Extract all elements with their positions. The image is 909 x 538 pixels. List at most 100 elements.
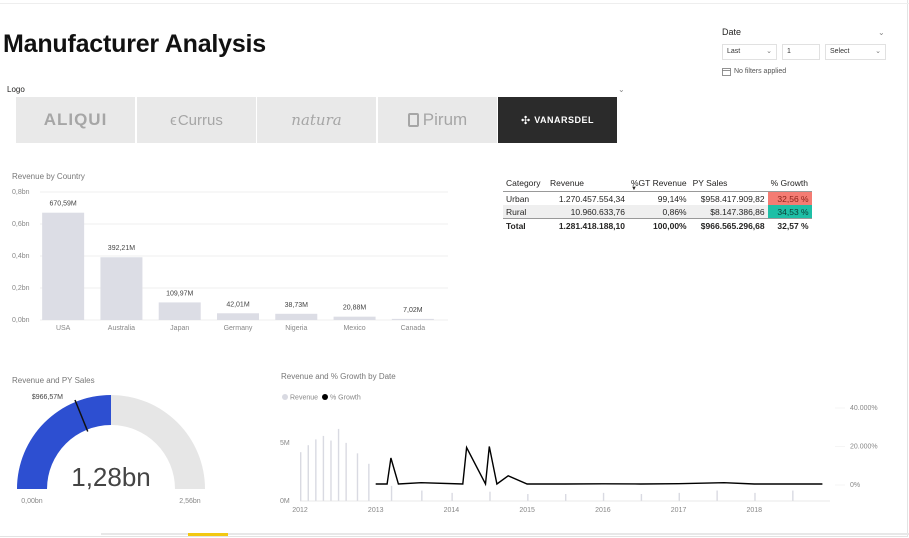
calendar-icon: [722, 68, 731, 76]
pirum-mark-icon: [407, 113, 419, 127]
active-page-indicator[interactable]: [188, 533, 228, 536]
revenue-bar: [602, 492, 605, 501]
date-unit-dropdown[interactable]: Select ⌄: [825, 44, 886, 60]
total-growth: 32,57 %: [767, 218, 812, 232]
revenue-bar: [754, 492, 756, 501]
bar: [391, 318, 434, 320]
header-growth[interactable]: % Growth: [767, 175, 812, 192]
y-tick-label: 0,8bn: [12, 189, 30, 196]
x-tick-label: 2015: [519, 507, 535, 514]
legend-label: % Growth: [330, 395, 361, 402]
chevron-down-icon: ⌄: [875, 48, 881, 55]
header-revenue[interactable]: Revenue: [547, 175, 628, 192]
logo-pirum: Pirum: [422, 110, 468, 129]
y-left-tick-label: 0M: [280, 498, 290, 505]
chevron-down-icon[interactable]: ⌄: [878, 28, 885, 37]
y-tick-label: 0,6bn: [12, 221, 30, 228]
logo-tile-pirum[interactable]: Pirum: [378, 97, 497, 143]
logo-tile-natura[interactable]: natura: [257, 97, 376, 143]
row-py-sales: $958.417.909,82: [700, 193, 765, 204]
row-revenue: 1.270.457.554,34: [558, 193, 625, 204]
bar: [217, 313, 259, 320]
growth-line: [375, 445, 823, 487]
y-tick-label: 0,2bn: [12, 285, 30, 292]
logo-tile-aliqui[interactable]: ALIQUI: [16, 97, 135, 143]
revenue-bar: [451, 492, 453, 501]
y-right-tick-label: 0%: [850, 482, 860, 489]
header-gt-revenue-label: %GT Revenue: [631, 178, 687, 188]
logo-vanarsdel: VANARSDEL: [534, 115, 595, 125]
bar: [275, 313, 318, 320]
legend-marker: [322, 394, 328, 400]
revenue-growth-chart: Revenue % Growth 5M 0M 40.000% 20.000% 0% 2012 2…: [280, 394, 878, 514]
legend-label: Revenue: [290, 395, 318, 402]
bar-data-label: 670,59M: [50, 201, 77, 208]
row-gt-revenue: 99,14%: [657, 193, 687, 204]
row-category[interactable]: Urban: [503, 192, 547, 206]
total-gt-revenue: 100,00%: [628, 218, 690, 232]
header-gt-revenue[interactable]: %GT Revenue ▼: [628, 175, 690, 192]
logo-currus: Currus: [177, 111, 223, 129]
revenue-bar: [421, 490, 423, 501]
gauge-max-label: 2,56bn: [179, 498, 201, 505]
logo-tile-currus[interactable]: ϵ Currus: [137, 97, 256, 143]
x-tick-label: 2016: [595, 507, 611, 514]
logo-slicer-label: Logo: [7, 85, 25, 94]
sort-desc-icon: ▼: [631, 186, 637, 192]
revenue-bar: [716, 490, 718, 501]
date-slicer-label: Date: [722, 27, 742, 37]
revenue-bar: [368, 463, 370, 501]
date-count-value: 1: [787, 48, 791, 55]
page-title: Manufacturer Analysis: [3, 30, 267, 58]
row-growth: 34,53 %: [767, 205, 812, 219]
gauge-title: Revenue and PY Sales: [12, 376, 95, 385]
bar-data-label: 42,01M: [226, 301, 250, 308]
x-tick-label: Australia: [108, 325, 135, 332]
bar: [100, 257, 143, 320]
bar-data-label: 109,97M: [166, 290, 193, 297]
date-period-dropdown[interactable]: Last ⌄: [722, 44, 777, 60]
x-tick-label: 2017: [671, 507, 687, 514]
row-py-sales: $8.147.386,86: [689, 205, 768, 219]
revenue-bar: [322, 435, 325, 501]
revenue-bar: [300, 452, 302, 501]
y-right-tick-label: 20.000%: [850, 444, 878, 451]
date-count-input[interactable]: 1: [782, 44, 820, 60]
x-tick-label: Nigeria: [285, 325, 307, 332]
bar: [158, 302, 201, 320]
bar: [42, 212, 85, 320]
revenue-bar: [792, 490, 794, 501]
y-tick-label: 0,4bn: [12, 253, 30, 260]
row-growth: 32,56 %: [767, 191, 812, 205]
header-category[interactable]: Category: [503, 175, 547, 192]
revenue-bar: [489, 491, 491, 501]
revenue-bar: [640, 494, 643, 501]
row-category[interactable]: Rural: [503, 205, 547, 219]
revenue-bar: [315, 439, 317, 501]
x-tick-label: 2018: [746, 507, 762, 514]
total-revenue: 1.281.418.188,10: [547, 218, 628, 232]
category-matrix: Category Revenue %GT Revenue ▼ PY Sales …: [503, 175, 812, 232]
bar: [333, 316, 376, 320]
vanarsdel-mark-icon: ✣: [520, 114, 531, 127]
x-tick-label: USA: [56, 325, 71, 332]
revenue-growth-title: Revenue and % Growth by Date: [281, 372, 396, 381]
header-py-sales[interactable]: PY Sales: [689, 175, 768, 192]
logo-aliqui: ALIQUI: [43, 110, 108, 129]
revenue-bar: [337, 428, 340, 501]
logo-natura: natura: [291, 111, 342, 129]
revenue-bar: [307, 445, 309, 501]
total-py-sales: $966.565.296,68: [689, 218, 768, 232]
revenue-bar: [678, 492, 680, 501]
logo-tile-vanarsdel[interactable]: ✣ VANARSDEL: [498, 97, 617, 143]
y-left-tick-label: 5M: [280, 440, 290, 447]
bar-data-label: 392,21M: [108, 245, 135, 252]
chevron-down-icon[interactable]: ⌄: [618, 85, 625, 94]
gauge-value-label: 1,28bn: [71, 462, 151, 492]
revenue-by-country-chart: 0,8bn 0,6bn 0,4bn 0,2bn 0,0bn 670,59M USA 392,2…: [12, 189, 448, 332]
x-tick-label: Mexico: [343, 325, 365, 332]
total-row: Total 1.281.418.188,10 100,00% $966.565.…: [503, 218, 812, 232]
revenue-gauge: $966,57M 1,28bn 0,00bn 2,56bn: [17, 394, 205, 505]
revenue-bar: [345, 442, 347, 501]
y-right-tick-label: 40.000%: [850, 405, 878, 412]
